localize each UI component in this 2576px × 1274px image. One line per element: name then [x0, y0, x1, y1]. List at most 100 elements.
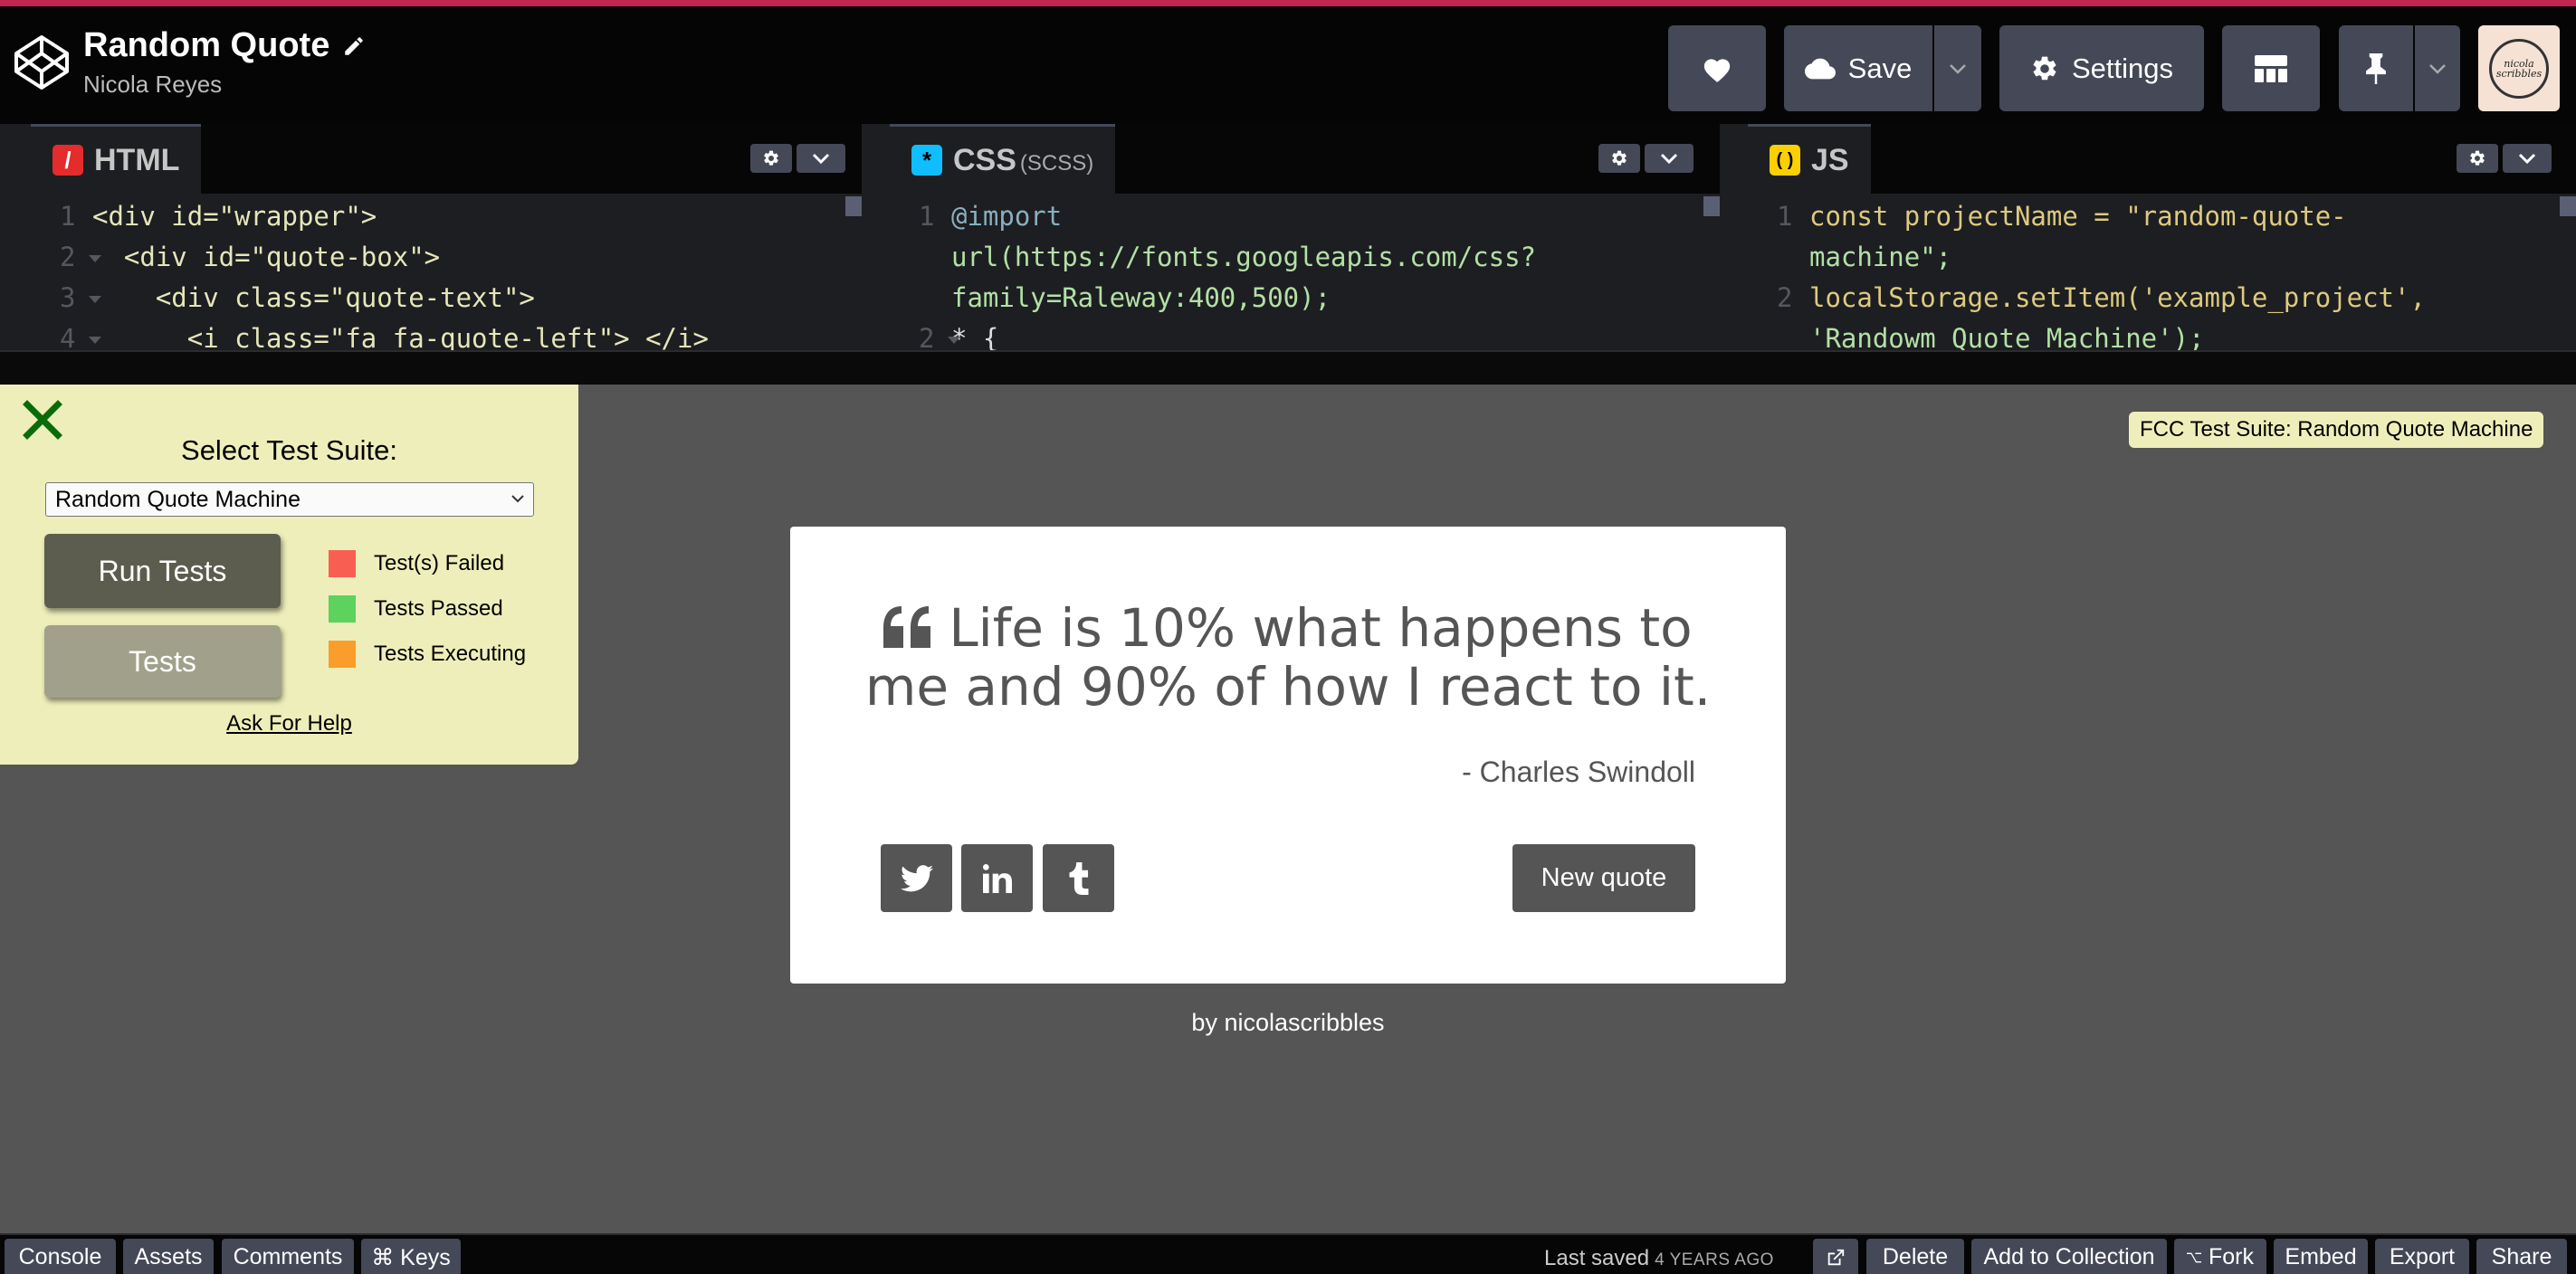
preview-pane: Select Test Suite: Random Quote Machine … [0, 385, 2576, 1233]
settings-button[interactable]: Settings [1999, 25, 2204, 111]
code-line: 3 <div class="quote-text"> [31, 278, 862, 318]
top-accent-bar [0, 0, 2576, 6]
share-button[interactable]: Share [2476, 1239, 2567, 1274]
html-editor-tab[interactable]: / HTML [31, 124, 202, 194]
gear-icon [2470, 150, 2485, 166]
footer: Console Assets Comments ⌘ Keys Last save… [0, 1233, 2576, 1274]
editor-scrollbar[interactable] [2560, 196, 2576, 216]
linkedin-icon [982, 863, 1012, 893]
chevron-down-icon [812, 153, 830, 164]
html-editor-settings-button[interactable] [750, 144, 792, 173]
css-editor-title: CSS (SCSS) [953, 142, 1094, 177]
code-line: family=Raleway:400,500); [951, 282, 1331, 313]
author-link[interactable]: nicolascribbles [1224, 1009, 1384, 1036]
add-to-collection-button[interactable]: Add to Collection [1971, 1239, 2167, 1274]
export-button[interactable]: Export [2375, 1239, 2469, 1274]
html-editor-collapse-button[interactable] [797, 144, 845, 173]
keys-button[interactable]: ⌘ Keys [361, 1239, 461, 1274]
html-code[interactable]: 1 <div id="wrapper"> 2 <div id="quote-box… [31, 194, 862, 350]
save-label: Save [1847, 52, 1913, 84]
code-line: 1 const projectName = "random-quote- [1777, 201, 2347, 232]
css-editor-settings-button[interactable] [1598, 144, 1640, 173]
new-quote-button[interactable]: New quote [1512, 844, 1695, 912]
save-button[interactable]: Save [1784, 25, 1932, 111]
code-line: 'Randowm Quote Machine'); [1809, 323, 2205, 350]
tumblr-share-button[interactable] [1043, 844, 1114, 912]
legend-failed: Test(s) Failed [329, 550, 504, 577]
js-editor-collapse-button[interactable] [2503, 144, 2552, 173]
editor-tab-bar: / HTML [31, 124, 862, 194]
js-code[interactable]: 1 const projectName = "random-quote- mach… [1748, 194, 2576, 350]
pencil-icon[interactable] [342, 34, 366, 58]
quote-author: - Charles Swindoll [1462, 756, 1695, 788]
codepen-logo-icon[interactable] [13, 33, 71, 91]
css-editor-tab[interactable]: * CSS (SCSS) [890, 124, 1116, 194]
gear-icon [2033, 56, 2056, 80]
css-editor-collapse-button[interactable] [1645, 144, 1693, 173]
embed-button[interactable]: Embed [2274, 1239, 2368, 1274]
fork-button[interactable]: Fork [2174, 1239, 2266, 1274]
pen-title-text[interactable]: Random Quote [83, 26, 329, 65]
comments-button[interactable]: Comments [222, 1239, 354, 1274]
console-button[interactable]: Console [5, 1239, 116, 1274]
tumblr-icon [1069, 861, 1088, 895]
header: Random Quote Nicola Reyes Save Settings … [0, 6, 2576, 124]
editors-area: / HTML 1 <div id="wrapper"> 2 <div id="qu… [0, 124, 2576, 350]
run-tests-button[interactable]: Run Tests [44, 534, 281, 608]
delete-button[interactable]: Delete [1866, 1239, 1964, 1274]
heart-button[interactable] [1668, 25, 1766, 111]
layout-icon [2255, 54, 2287, 82]
tests-button[interactable]: Tests [44, 625, 281, 698]
fcc-test-panel: Select Test Suite: Random Quote Machine … [0, 385, 578, 765]
pin-options-button[interactable] [2415, 25, 2460, 111]
css-editor[interactable]: * CSS (SCSS) 1 @import url(https://fonts.g… [890, 124, 1720, 350]
test-suite-label: Select Test Suite: [181, 434, 397, 466]
fcc-test-suite-badge[interactable]: FCC Test Suite: Random Quote Machine [2129, 412, 2544, 448]
code-line: 1 <div id="wrapper"> [60, 201, 377, 232]
html-editor[interactable]: / HTML 1 <div id="wrapper"> 2 <div id="qu… [31, 124, 862, 350]
resize-handle[interactable] [0, 350, 2576, 385]
js-icon: ( ) [1770, 145, 1800, 176]
css-code[interactable]: 1 @import url(https://fonts.googleapis.co… [890, 194, 1720, 350]
js-editor-settings-button[interactable] [2457, 144, 2498, 173]
linkedin-share-button[interactable] [961, 844, 1033, 912]
ask-for-help-link[interactable]: Ask For Help [0, 711, 578, 737]
fork-icon [2187, 1252, 2201, 1262]
assets-button[interactable]: Assets [123, 1239, 214, 1274]
chevron-down-icon [1950, 63, 1966, 74]
settings-label: Settings [2071, 52, 2173, 84]
change-view-button[interactable] [2222, 25, 2320, 111]
cloud-icon [1804, 58, 1836, 79]
code-line: 2 <div id="quote-box"> [31, 237, 862, 278]
code-line: 2 localStorage.setItem('example_project', [1777, 282, 2426, 313]
pin-icon [2366, 52, 2386, 84]
js-editor-title: JS [1811, 142, 1849, 177]
test-suite-select[interactable]: Random Quote Machine [45, 482, 534, 517]
save-options-button[interactable] [1934, 25, 1981, 111]
gear-icon [764, 150, 778, 166]
pin-button[interactable] [2339, 25, 2413, 111]
last-saved-status: Last saved 4 YEARS AGO [1544, 1246, 1774, 1270]
js-editor[interactable]: ( ) JS 1 const projectName = "random-quot… [1748, 124, 2576, 350]
last-saved-ago: 4 YEARS AGO [1655, 1250, 1774, 1269]
open-external-button[interactable] [1813, 1239, 1858, 1274]
js-editor-tab[interactable]: ( ) JS [1748, 124, 1871, 194]
twitter-icon [900, 864, 933, 891]
tweet-quote-button[interactable] [881, 844, 952, 912]
editor-scrollbar[interactable] [1703, 196, 1720, 216]
pen-owner[interactable]: Nicola Reyes [83, 71, 366, 99]
gear-icon [1612, 150, 1627, 166]
legend-executing: Tests Executing [329, 641, 526, 668]
pen-title[interactable]: Random Quote [83, 26, 366, 65]
byline: by nicolascribbles [1191, 1009, 1385, 1036]
avatar[interactable]: nicola scribbles [2478, 25, 2560, 111]
editor-scrollbar[interactable] [845, 196, 862, 216]
chevron-down-icon [2518, 153, 2536, 164]
executing-swatch [329, 641, 356, 668]
quote-box: Life is 10% what happens to me and 90% o… [790, 527, 1786, 984]
heart-icon [1703, 58, 1731, 82]
css-preprocessor-label: (SCSS) [1019, 150, 1094, 176]
html-editor-title: HTML [94, 142, 180, 177]
chevron-down-icon [2429, 63, 2446, 74]
quote-text: Life is 10% what happens to me and 90% o… [844, 599, 1732, 717]
